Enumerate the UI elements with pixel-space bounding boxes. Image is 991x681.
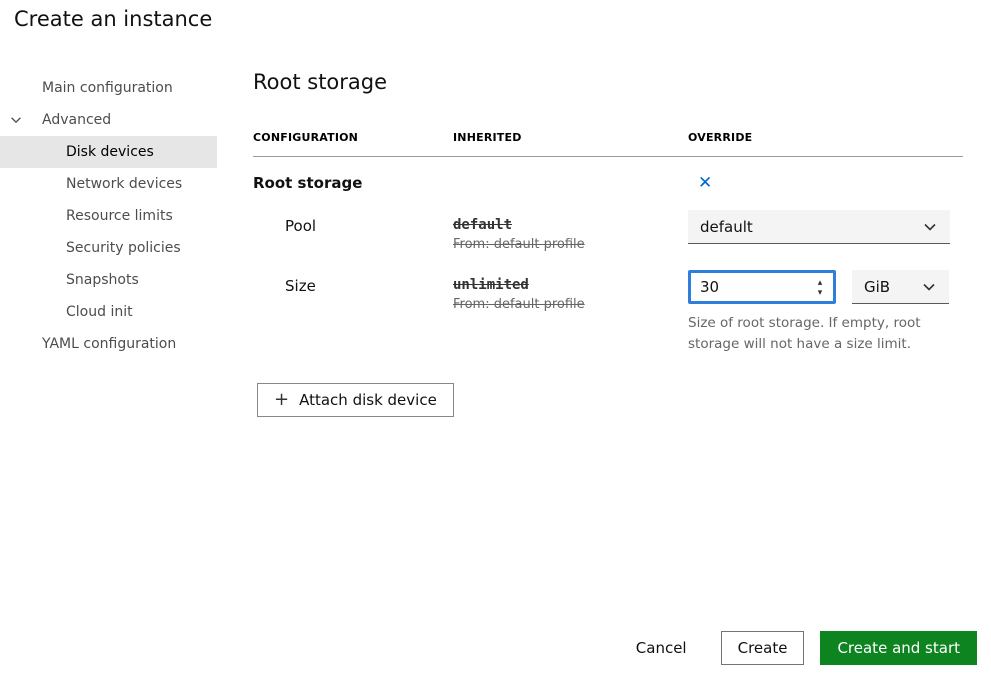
pool-label: Pool: [253, 210, 453, 235]
caret-up-icon: ▴: [818, 277, 823, 287]
sidebar-item-label: Disk devices: [66, 144, 154, 160]
spin-down-button[interactable]: ▾: [814, 287, 827, 297]
plus-icon: +: [274, 391, 289, 409]
sidebar-item-label: Cloud init: [66, 304, 133, 320]
disk-devices-panel: Root storage CONFIGURATION INHERITED OVE…: [253, 70, 963, 417]
device-name: Root storage: [253, 174, 453, 192]
sidebar-item-snapshots[interactable]: Snapshots: [0, 264, 217, 296]
attach-disk-device-label: Attach disk device: [299, 391, 437, 409]
clear-override-button[interactable]: ✕: [692, 170, 718, 195]
sidebar-item-security-policies[interactable]: Security policies: [0, 232, 217, 264]
sidebar-item-disk-devices[interactable]: Disk devices: [0, 136, 217, 168]
chevron-down-icon: [922, 219, 938, 235]
chevron-down-icon: [9, 113, 23, 127]
pool-row: Pool default From: default profile defau…: [253, 210, 963, 252]
column-header-override: OVERRIDE: [688, 131, 963, 144]
sidebar-item-main-configuration[interactable]: Main configuration: [0, 72, 217, 104]
sidebar-item-label: Snapshots: [66, 272, 139, 288]
sidebar-item-cloud-init[interactable]: Cloud init: [0, 296, 217, 328]
size-inherited-source: From: default profile: [453, 297, 688, 312]
modal-footer: Cancel Create Create and start: [620, 631, 977, 665]
sidebar-item-label: Advanced: [42, 112, 111, 128]
attach-disk-device-button[interactable]: + Attach disk device: [257, 383, 454, 417]
section-heading: Root storage: [253, 70, 963, 95]
pool-inherited-value: default: [453, 210, 688, 233]
size-label: Size: [253, 270, 453, 295]
config-table-header: CONFIGURATION INHERITED OVERRIDE: [253, 131, 963, 144]
create-and-start-button[interactable]: Create and start: [820, 631, 977, 665]
size-inherited-value: unlimited: [453, 270, 688, 293]
pool-select[interactable]: default: [688, 210, 950, 244]
size-input-wrapper: ▴ ▾: [688, 270, 836, 304]
spin-up-button[interactable]: ▴: [814, 277, 827, 287]
size-row: Size unlimited From: default profile ▴ ▾…: [253, 270, 963, 355]
caret-down-icon: ▾: [818, 287, 823, 297]
sidebar-item-resource-limits[interactable]: Resource limits: [0, 200, 217, 232]
pool-select-value: default: [700, 218, 753, 236]
create-button[interactable]: Create: [721, 631, 805, 665]
column-header-configuration: CONFIGURATION: [253, 131, 453, 144]
sidebar-item-advanced[interactable]: Advanced: [0, 104, 217, 136]
sidebar-item-label: Security policies: [66, 240, 181, 256]
column-header-inherited: INHERITED: [453, 131, 688, 144]
pool-inherited-source: From: default profile: [453, 237, 688, 252]
page-title: Create an instance: [14, 7, 212, 31]
sidebar-item-label: YAML configuration: [42, 336, 176, 352]
sidebar-item-label: Network devices: [66, 176, 182, 192]
form-navigation: Main configuration Advanced Disk devices…: [0, 72, 217, 360]
close-icon: ✕: [698, 173, 712, 192]
size-unit-select[interactable]: GiB: [852, 270, 949, 304]
sidebar-item-network-devices[interactable]: Network devices: [0, 168, 217, 200]
chevron-down-icon: [921, 279, 937, 295]
sidebar-item-label: Resource limits: [66, 208, 173, 224]
cancel-button[interactable]: Cancel: [620, 631, 703, 665]
size-help-text: Size of root storage. If empty, root sto…: [688, 313, 963, 355]
size-unit-value: GiB: [864, 278, 890, 296]
sidebar-item-label: Main configuration: [42, 80, 173, 96]
sidebar-item-yaml-configuration[interactable]: YAML configuration: [0, 328, 217, 360]
size-spinner: ▴ ▾: [810, 273, 830, 301]
root-storage-row: Root storage ✕: [253, 170, 963, 195]
header-divider: [253, 156, 963, 157]
